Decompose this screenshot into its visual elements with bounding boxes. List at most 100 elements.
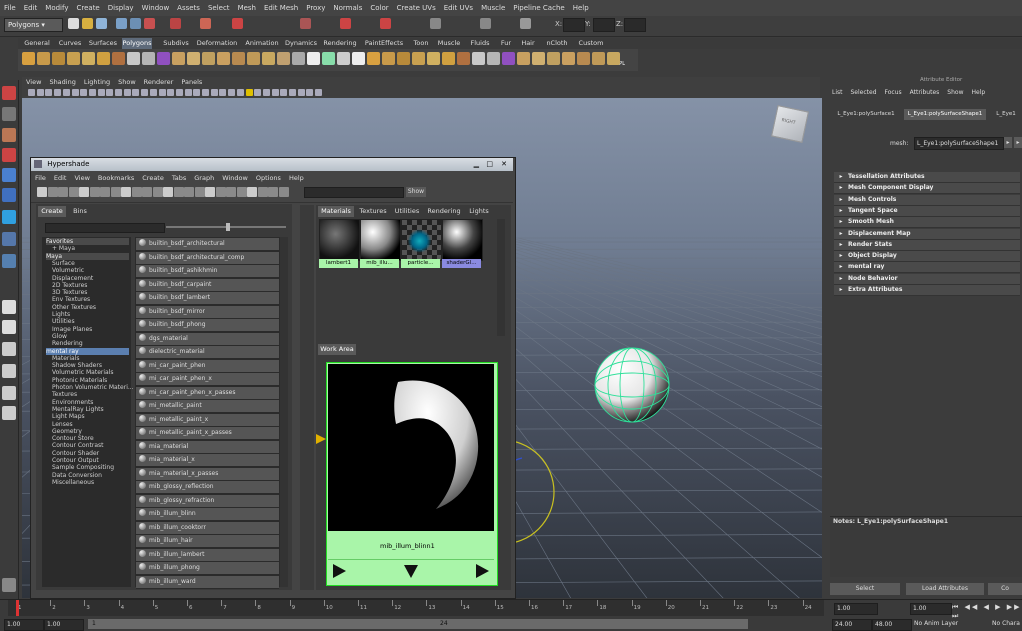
swatch-scrollbar[interactable] bbox=[497, 219, 505, 336]
tree-item[interactable]: Light Maps bbox=[52, 413, 85, 420]
shelf-tab-deformation[interactable]: Deformation bbox=[196, 38, 238, 49]
node-list-scrollbar[interactable] bbox=[280, 237, 288, 587]
open-scene-icon[interactable] bbox=[82, 18, 93, 29]
shelf-tool-icon[interactable] bbox=[547, 52, 560, 65]
menu-help[interactable]: Help bbox=[569, 0, 593, 16]
create-node-item[interactable]: builtin_bsdf_architectural bbox=[136, 238, 279, 251]
shelf-tab-fluids[interactable]: Fluids bbox=[468, 38, 492, 49]
close-button[interactable]: ✕ bbox=[501, 158, 507, 171]
shelf-tab-toon[interactable]: Toon bbox=[410, 38, 432, 49]
x-field[interactable] bbox=[563, 18, 585, 32]
hypershade-tool-icon[interactable] bbox=[142, 187, 152, 197]
shelf-tab-dynamics[interactable]: Dynamics bbox=[284, 38, 318, 49]
minimize-button[interactable]: ▁ bbox=[474, 158, 479, 171]
hypershade-tool-icon[interactable] bbox=[163, 187, 173, 197]
panel-tool-icon[interactable] bbox=[106, 89, 113, 96]
panel-tool-icon[interactable] bbox=[141, 89, 148, 96]
tree-item[interactable]: Photonic Materials bbox=[52, 377, 107, 384]
attr-tab[interactable]: L_Eye1:polySurfaceShape1 bbox=[904, 109, 986, 120]
panel-tool-icon[interactable] bbox=[315, 89, 322, 96]
playback-end-field[interactable]: 24.00 bbox=[832, 619, 872, 631]
tree-item[interactable]: Geometry bbox=[52, 428, 82, 435]
shelf-tool-icon[interactable] bbox=[292, 52, 305, 65]
panel-menu-renderer[interactable]: Renderer bbox=[140, 77, 178, 87]
menu-modify[interactable]: Modify bbox=[41, 0, 72, 16]
attr-menu-list[interactable]: List bbox=[828, 88, 847, 98]
tab-bins[interactable]: Bins bbox=[68, 206, 92, 217]
menu-color[interactable]: Color bbox=[366, 0, 392, 16]
panel-tool-icon[interactable] bbox=[28, 89, 35, 96]
tree-item[interactable]: Lights bbox=[52, 311, 70, 318]
tree-item[interactable]: Lenses bbox=[52, 421, 73, 428]
create-node-item[interactable]: mia_material_x_passes bbox=[136, 468, 279, 481]
shelf-tool-icon[interactable] bbox=[442, 52, 455, 65]
menu-assets[interactable]: Assets bbox=[173, 0, 204, 16]
menu-create[interactable]: Create bbox=[72, 0, 103, 16]
z-field[interactable] bbox=[624, 18, 646, 32]
anim-layer-menu[interactable]: No Anim Layer bbox=[914, 620, 958, 627]
panel-tool-icon[interactable] bbox=[202, 89, 209, 96]
last-tool-icon[interactable] bbox=[2, 254, 16, 268]
hypershade-tool-icon[interactable] bbox=[205, 187, 215, 197]
hypershade-tool-icon[interactable] bbox=[226, 187, 236, 197]
shelf-tab-painteffects[interactable]: PaintEffects bbox=[364, 38, 404, 49]
panel-tool-icon[interactable] bbox=[167, 89, 174, 96]
panel-tool-icon[interactable] bbox=[132, 89, 139, 96]
create-node-item[interactable]: mi_metallic_paint bbox=[136, 400, 279, 413]
tree-item[interactable]: + Maya bbox=[52, 245, 75, 252]
attr-tab[interactable]: L_Eye1:polySurface1 bbox=[832, 109, 900, 120]
hypershade-tool-icon[interactable] bbox=[268, 187, 278, 197]
create-node-item[interactable]: mib_illum_ward bbox=[136, 576, 279, 589]
single-view-icon[interactable] bbox=[2, 300, 16, 314]
manipulator-tool-icon[interactable] bbox=[2, 210, 16, 224]
presets-icon[interactable]: ▸ bbox=[1014, 137, 1022, 148]
create-filter-field[interactable] bbox=[45, 223, 165, 233]
shelf-tool-icon[interactable] bbox=[37, 52, 50, 65]
panel-tool-icon[interactable] bbox=[124, 89, 131, 96]
hypershade-layout-icon[interactable] bbox=[2, 406, 16, 420]
shelf-tool-icon[interactable] bbox=[82, 52, 95, 65]
panel-tool-icon[interactable] bbox=[63, 89, 70, 96]
panel-tool-icon[interactable] bbox=[263, 89, 270, 96]
material-swatch[interactable] bbox=[442, 219, 483, 261]
hypershade-tool-icon[interactable] bbox=[111, 187, 121, 197]
create-node-item[interactable]: mia_material_x bbox=[136, 454, 279, 467]
menu-select[interactable]: Select bbox=[204, 0, 234, 16]
snap-point-icon[interactable] bbox=[340, 18, 351, 29]
shelf-tool-icon[interactable] bbox=[97, 52, 110, 65]
shelf-tool-icon[interactable] bbox=[472, 52, 485, 65]
shelf-tool-icon[interactable] bbox=[22, 52, 35, 65]
panel-menu-shading[interactable]: Shading bbox=[45, 77, 79, 87]
move-tool-icon[interactable] bbox=[2, 148, 16, 162]
range-end-field[interactable]: 48.00 bbox=[872, 619, 912, 631]
handle-mask-icon[interactable] bbox=[200, 18, 211, 29]
tree-item[interactable]: Sample Compositing bbox=[52, 464, 114, 471]
current-frame-field[interactable]: 1.00 bbox=[834, 603, 878, 615]
attr-section[interactable]: ▸Smooth Mesh bbox=[834, 217, 1020, 228]
tree-item[interactable]: Contour Contrast bbox=[52, 442, 104, 449]
create-node-item[interactable]: builtin_bsdf_architectural_comp bbox=[136, 252, 279, 265]
current-time-field[interactable]: 1.00 bbox=[910, 603, 952, 615]
select-object-icon[interactable] bbox=[130, 18, 141, 29]
shelf-tool-icon[interactable] bbox=[307, 52, 320, 65]
create-node-item[interactable]: mi_metallic_paint_x bbox=[136, 414, 279, 427]
show-button[interactable]: Show bbox=[406, 187, 426, 197]
attr-section[interactable]: ▸Extra Attributes bbox=[834, 285, 1020, 296]
hypershade-menu-graph[interactable]: Graph bbox=[190, 172, 218, 184]
save-scene-icon[interactable] bbox=[96, 18, 107, 29]
shelf-tool-icon[interactable] bbox=[232, 52, 245, 65]
playback-controls[interactable]: ⏮ ◀◀ ◀ ▶ ▶▶ ⏭ bbox=[952, 603, 1022, 621]
panel-tool-icon[interactable] bbox=[193, 89, 200, 96]
tree-item[interactable]: Env Textures bbox=[52, 296, 90, 303]
attr-section[interactable]: ▸mental ray bbox=[834, 262, 1020, 273]
hypershade-tool-icon[interactable] bbox=[58, 187, 68, 197]
select-hierarchy-icon[interactable] bbox=[116, 18, 127, 29]
lasso-tool-icon[interactable] bbox=[2, 107, 16, 121]
panel-tool-icon[interactable] bbox=[150, 89, 157, 96]
panel-tool-icon[interactable] bbox=[72, 89, 79, 96]
shelf-tool-icon[interactable] bbox=[67, 52, 80, 65]
attr-menu-selected[interactable]: Selected bbox=[847, 88, 881, 98]
shelf-tool-icon[interactable] bbox=[457, 52, 470, 65]
tree-item[interactable]: Shadow Shaders bbox=[52, 362, 102, 369]
create-node-item[interactable]: mi_car_paint_phen_x bbox=[136, 373, 279, 386]
